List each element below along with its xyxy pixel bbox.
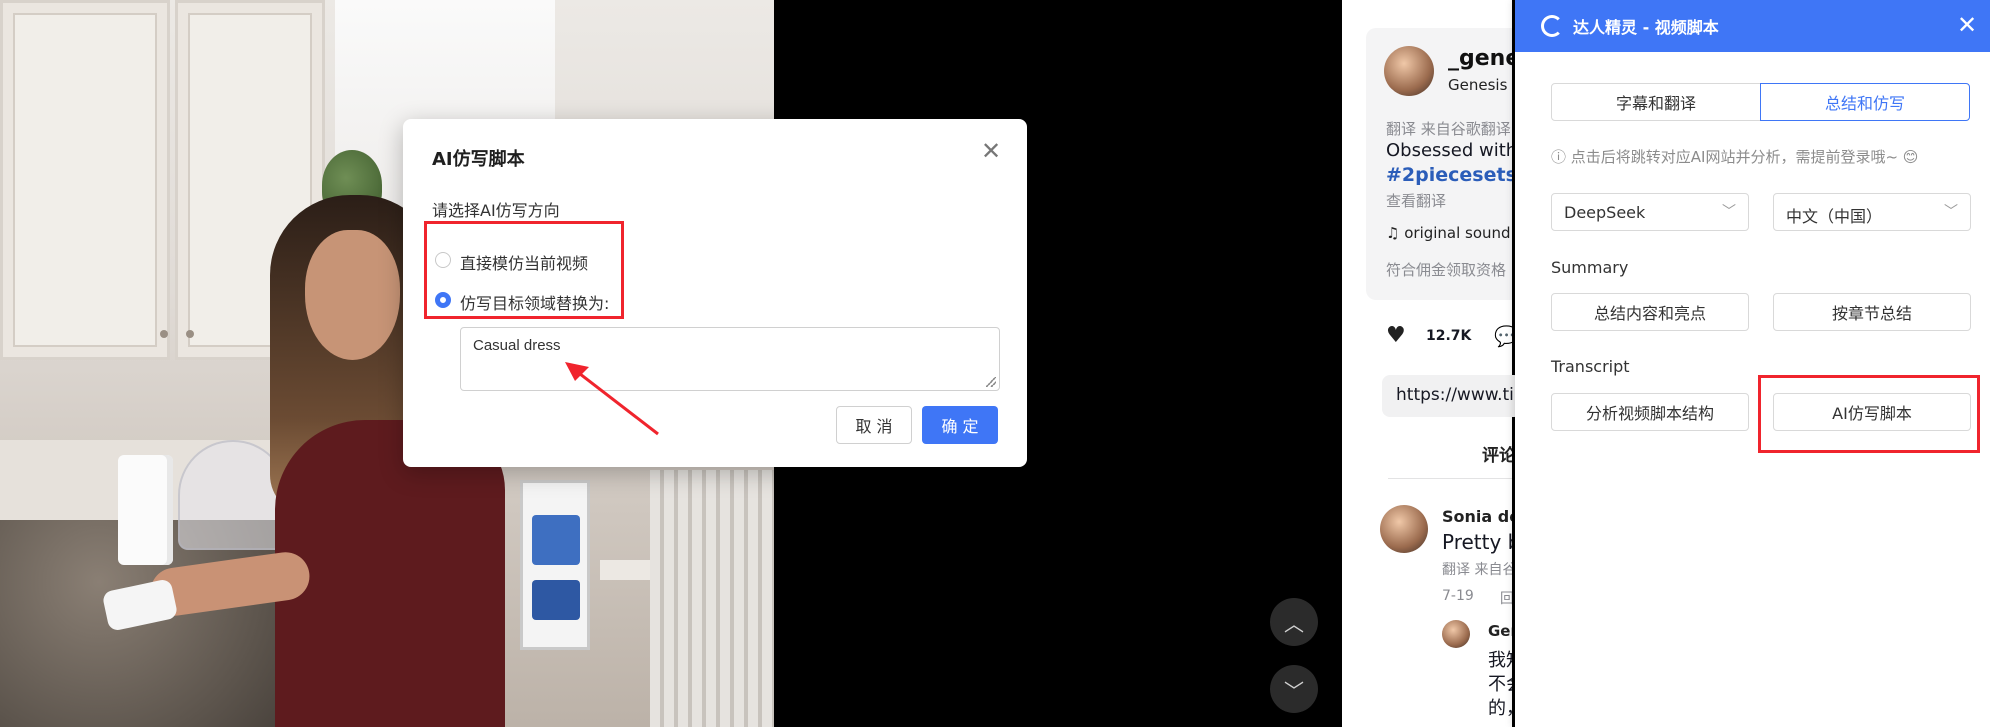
- video-knob: [186, 330, 194, 338]
- ai-model-select[interactable]: DeepSeek ﹀: [1551, 193, 1749, 231]
- tab-summary-rewrite[interactable]: 总结和仿写: [1760, 83, 1970, 121]
- video-paper-towel: [118, 455, 173, 565]
- video-knob: [160, 330, 168, 338]
- next-video-button[interactable]: ﹀: [1270, 665, 1318, 713]
- chevron-down-icon: ﹀: [1284, 678, 1304, 703]
- reply-avatar[interactable]: [1442, 620, 1470, 648]
- resize-grip[interactable]: [986, 377, 996, 387]
- translate-note: 翻译 来自谷歌翻译: [1386, 120, 1511, 138]
- video-toy-shelf: [520, 480, 590, 650]
- screen: ︿ ﹀ _genes Genesis 翻译 来自谷歌翻译 Obsessed wi…: [0, 0, 1990, 727]
- arrow-line: [570, 365, 659, 436]
- chapter-summary-button[interactable]: 按章节总结: [1773, 293, 1971, 331]
- reply-line: 不会: [1488, 674, 1512, 695]
- extension-header: 达人精灵 - 视频脚本 ✕: [1515, 0, 1990, 52]
- annotation-arrow: [565, 362, 659, 436]
- ai-rewrite-dialog: AI仿写脚本 ✕ 请选择AI仿写方向 直接模仿当前视频 仿写目标领域替换为: C…: [403, 119, 1027, 467]
- ai-model-value: DeepSeek: [1564, 203, 1646, 222]
- summarize-highlights-button[interactable]: 总结内容和亮点: [1551, 293, 1749, 331]
- comment-bubble-icon: 💬: [1494, 324, 1512, 348]
- chevron-down-icon: ﹀: [1944, 204, 1958, 220]
- video-hashtags[interactable]: #2piecesets #: [1386, 164, 1512, 186]
- creator-username[interactable]: _genes: [1448, 46, 1512, 71]
- target-domain-value: Casual dress: [473, 337, 561, 354]
- creator-display-name: Genesis: [1448, 76, 1508, 94]
- heart-icon: ♥: [1386, 323, 1406, 348]
- reply-line: 我知: [1488, 650, 1512, 671]
- music-row[interactable]: ♫ original sound: [1386, 224, 1511, 242]
- video-toy-bin: [532, 580, 580, 620]
- tiktok-details-panel: _genes Genesis 翻译 来自谷歌翻译 Obsessed with #…: [1342, 0, 1512, 727]
- commenter-avatar[interactable]: [1380, 505, 1428, 553]
- extension-title: 达人精灵 - 视频脚本: [1573, 18, 1719, 37]
- creator-avatar[interactable]: [1384, 46, 1434, 96]
- login-hint: ⓘ 点击后将跳转对应AI网站并分析，需提前登录哦~ 😊: [1551, 148, 1919, 166]
- close-icon[interactable]: ✕: [1957, 10, 1977, 40]
- chevron-up-icon: ︿: [1284, 611, 1304, 636]
- comment-author[interactable]: Sonia de: [1442, 507, 1512, 526]
- dialog-title: AI仿写脚本: [432, 149, 525, 170]
- highlight-box: [1758, 375, 1980, 453]
- video-caption: Obsessed with: [1386, 140, 1512, 161]
- tab-divider: [1388, 478, 1512, 479]
- video-cabinet-left: [0, 0, 170, 360]
- language-value: 中文（中国）: [1786, 207, 1883, 226]
- see-translation-link[interactable]: 查看翻译: [1386, 190, 1446, 211]
- like-count: 12.7K: [1426, 328, 1472, 344]
- commission-note: 符合佣金领取资格: [1386, 261, 1507, 279]
- analyze-script-structure-button[interactable]: 分析视频脚本结构: [1551, 393, 1749, 431]
- like-button[interactable]: ♥: [1386, 323, 1406, 348]
- previous-video-button[interactable]: ︿: [1270, 598, 1318, 646]
- close-icon[interactable]: ✕: [981, 137, 1001, 165]
- chevron-down-icon: ﹀: [1722, 204, 1736, 220]
- comment-translate-note: 翻译 来自谷: [1442, 562, 1512, 578]
- extension-panel: 达人精灵 - 视频脚本 ✕ 字幕和翻译 总结和仿写 ⓘ 点击后将跳转对应AI网站…: [1515, 0, 1990, 727]
- music-note-icon: ♫: [1386, 224, 1405, 242]
- transcript-section-label: Transcript: [1551, 357, 1630, 376]
- tab-subtitles-translation[interactable]: 字幕和翻译: [1551, 83, 1761, 121]
- comments-tab[interactable]: 评论: [1482, 441, 1512, 466]
- comment-date: 7-19: [1442, 588, 1474, 604]
- video-chair: [650, 470, 774, 727]
- video-url-box[interactable]: https://www.tik: [1382, 375, 1522, 417]
- music-title: original sound: [1404, 224, 1511, 242]
- summary-section-label: Summary: [1551, 258, 1629, 277]
- video-toy-bin: [532, 515, 580, 565]
- comment-text: Pretty bu: [1442, 530, 1512, 554]
- comment-button[interactable]: 💬: [1494, 324, 1512, 348]
- reply-link[interactable]: 回: [1500, 588, 1512, 608]
- language-select[interactable]: 中文（中国） ﹀: [1773, 193, 1971, 231]
- video-person-face: [305, 230, 400, 360]
- reply-line: 的，: [1488, 698, 1512, 719]
- extension-logo-icon: [1541, 15, 1563, 37]
- cancel-button[interactable]: 取 消: [836, 406, 912, 444]
- direction-label: 请选择AI仿写方向: [432, 201, 560, 220]
- confirm-button[interactable]: 确 定: [922, 406, 998, 444]
- highlight-box: [424, 221, 624, 319]
- target-domain-textarea[interactable]: Casual dress: [460, 327, 1000, 391]
- reply-author[interactable]: Gen: [1488, 622, 1512, 640]
